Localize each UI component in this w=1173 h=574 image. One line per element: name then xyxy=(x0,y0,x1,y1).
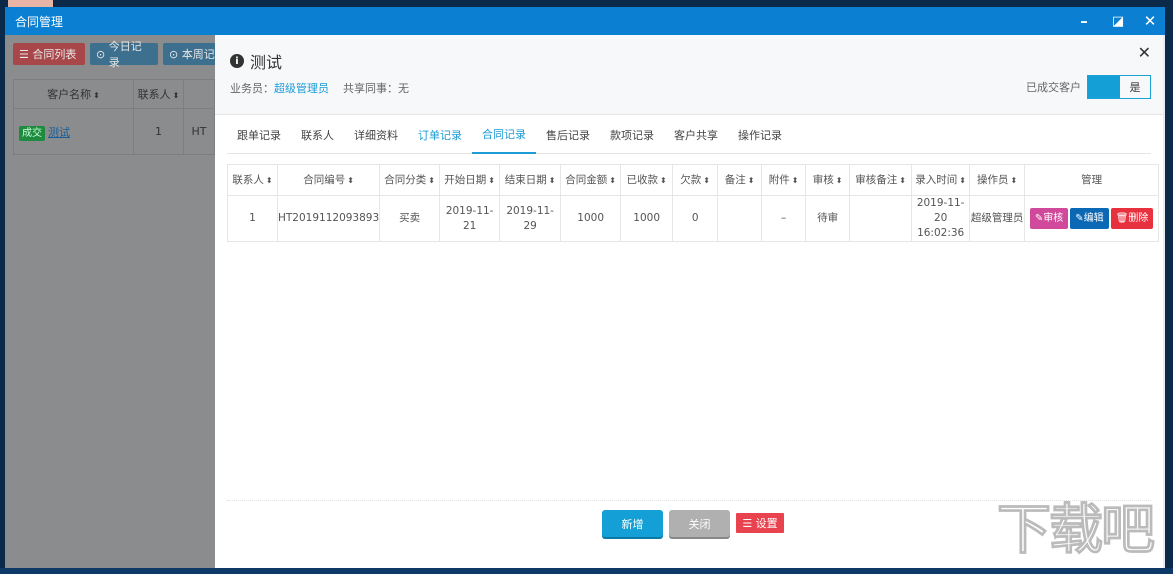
col-end[interactable]: 结束日期 ⬍ xyxy=(499,164,562,196)
clock-icon: ⊙ xyxy=(169,47,182,61)
contract-list-pane: ☰ 合同列表 ⊙ 今日记录 ⊙ 本周记 客户名称 ⬍ 联系人 ⬍ 成交 测试 1 HT xyxy=(5,35,223,568)
add-button[interactable]: 新增 xyxy=(602,510,663,537)
modal-title: 测试 xyxy=(250,53,283,72)
col-contacts[interactable]: 联系人 ⬍ xyxy=(133,79,184,109)
maximize-button[interactable]: ◪ xyxy=(1103,7,1133,35)
customer-link[interactable]: 测试 xyxy=(48,126,70,139)
col-start[interactable]: 开始日期 ⬍ xyxy=(439,164,501,196)
table-row: 成交 测试 1 HT xyxy=(13,108,215,155)
tab-aftersales[interactable]: 售后记录 xyxy=(536,115,600,154)
review-button[interactable]: ✎审核 xyxy=(1029,208,1069,229)
customer-table: 客户名称 ⬍ 联系人 ⬍ 成交 测试 1 HT xyxy=(13,79,215,155)
col-review-note[interactable]: 审核备注 ⬍ xyxy=(849,164,913,196)
col-category[interactable]: 合同分类 ⬍ xyxy=(379,164,441,196)
edit-button[interactable]: ✎编辑 xyxy=(1070,208,1109,229)
tab-details[interactable]: 详细资料 xyxy=(344,115,408,154)
tab-contacts[interactable]: 联系人 xyxy=(291,115,344,154)
col-owed[interactable]: 欠款 ⬍ xyxy=(672,164,719,196)
trash-icon: 🗑 xyxy=(1115,213,1129,224)
tab-bar: 跟单记录 联系人 详细资料 订单记录 合同记录 售后记录 款项记录 客户共享 操… xyxy=(227,115,1151,154)
watermark-logo: 下载吧 xyxy=(997,498,1156,562)
deal-toggle[interactable]: 是 xyxy=(1087,75,1151,99)
col-note[interactable]: 备注 ⬍ xyxy=(717,164,763,196)
tab-sharing[interactable]: 客户共享 xyxy=(664,115,728,154)
col-amount[interactable]: 合同金额 ⬍ xyxy=(560,164,622,196)
week-records-button[interactable]: ⊙ 本周记 xyxy=(163,43,223,65)
col-review[interactable]: 审核 ⬍ xyxy=(805,164,851,196)
taskbar-app-icon xyxy=(8,0,53,7)
col-manage: 管理 xyxy=(1024,164,1160,196)
share-info: 共享同事：无 xyxy=(343,82,409,95)
col-operator[interactable]: 操作员 ⬍ xyxy=(969,164,1026,196)
salesperson: 超级管理员 xyxy=(274,82,329,95)
delete-button[interactable]: 🗑删除 xyxy=(1110,208,1154,229)
col-attachment[interactable]: 附件 ⬍ xyxy=(761,164,807,196)
modal-header: i 测试 业务员：超级管理员 共享同事：无 ✕ 已成交客户是 xyxy=(215,35,1163,115)
contract-list-button[interactable]: ☰ 合同列表 xyxy=(13,43,85,65)
window-title: 合同管理 xyxy=(15,14,64,29)
today-records-button[interactable]: ⊙ 今日记录 xyxy=(90,40,158,69)
col-received[interactable]: 已收款 ⬍ xyxy=(620,164,674,196)
clock-icon: ⊙ xyxy=(96,47,109,61)
tab-contracts[interactable]: 合同记录 xyxy=(472,115,536,154)
window-titlebar: 合同管理 xyxy=(5,7,1165,35)
window-close-button[interactable]: ✕ xyxy=(1135,7,1165,35)
contract-table: 联系人 ⬍ 合同编号 ⬍ 合同分类 ⬍ 开始日期 ⬍ 结束日期 ⬍ 合同金额 ⬍ 已收款 ⬍ … xyxy=(227,164,1160,242)
table-row: 1 HT2019112093893 买卖 2019-11-21 2019-11-… xyxy=(227,195,1160,242)
col-number[interactable]: 合同编号 ⬍ xyxy=(276,164,381,196)
tab-orders[interactable]: 订单记录 xyxy=(408,115,472,154)
tab-operations[interactable]: 操作记录 xyxy=(728,115,792,154)
settings-button[interactable]: ☰ 设置 xyxy=(736,513,784,533)
col-customer-name[interactable]: 客户名称 ⬍ xyxy=(13,79,134,109)
modal-close-icon[interactable]: ✕ xyxy=(1138,43,1151,62)
deal-badge: 成交 xyxy=(19,125,45,141)
info-icon: i xyxy=(230,54,244,68)
close-button[interactable]: 关闭 xyxy=(669,510,730,537)
deal-label: 已成交客户 xyxy=(1026,81,1081,94)
minimize-button[interactable]: – xyxy=(1069,7,1099,35)
taskbar xyxy=(0,568,1173,574)
menu-icon: ☰ xyxy=(742,516,756,530)
list-icon: ☰ xyxy=(19,47,33,61)
edit-icon: ✎ xyxy=(1075,213,1084,224)
tab-payments[interactable]: 款项记录 xyxy=(600,115,664,154)
col-created[interactable]: 录入时间 ⬍ xyxy=(911,164,971,196)
col-contact[interactable]: 联系人 ⬍ xyxy=(227,164,278,196)
customer-detail-modal: i 测试 业务员：超级管理员 共享同事：无 ✕ 已成交客户是 跟单记录 联系人 详… xyxy=(215,35,1163,568)
tab-follow[interactable]: 跟单记录 xyxy=(227,115,291,154)
